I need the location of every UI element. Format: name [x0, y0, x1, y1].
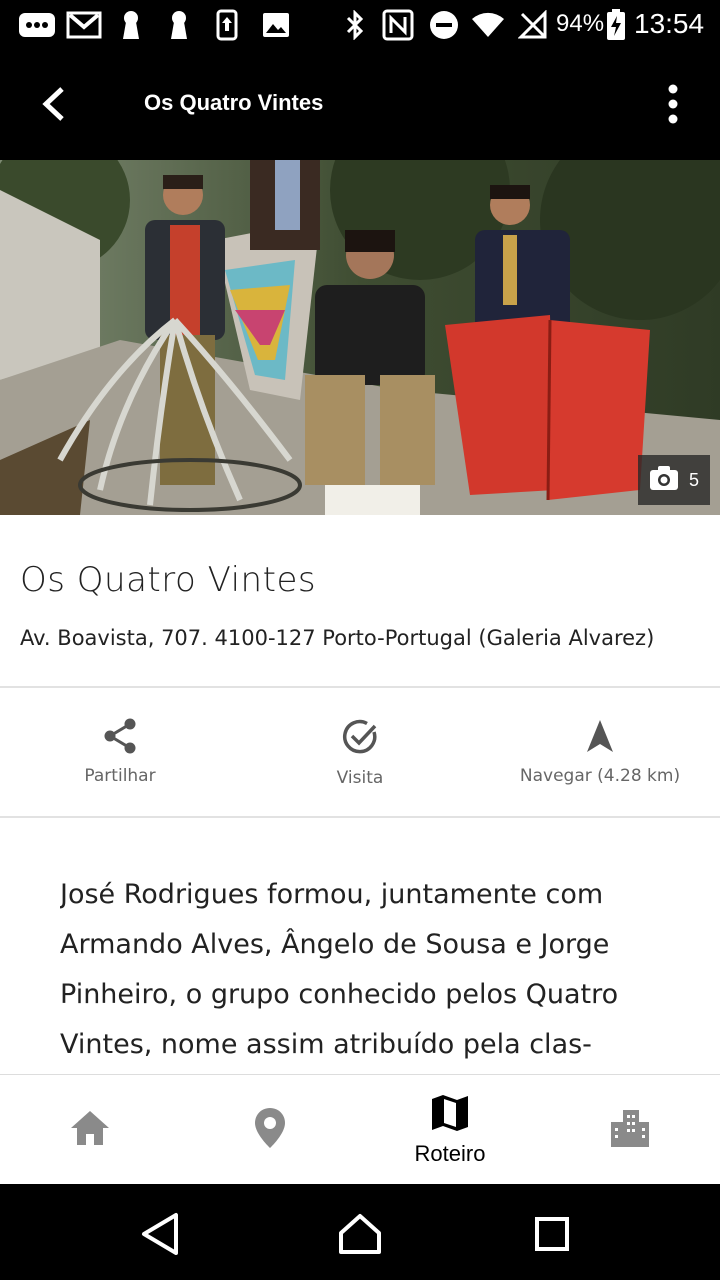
visit-button[interactable]: Visita — [280, 718, 440, 788]
system-back-button[interactable] — [132, 1208, 188, 1264]
battery-charging-icon — [606, 9, 626, 40]
visit-label: Visita — [336, 768, 384, 788]
bluetooth-icon — [344, 10, 366, 40]
divider-top — [0, 686, 720, 688]
photo-count-badge[interactable]: 5 — [638, 455, 710, 505]
toolbar: Os Quatro Vintes — [0, 52, 720, 160]
do-not-disturb-icon — [428, 10, 460, 40]
share-icon — [103, 718, 137, 758]
buildings-icon — [609, 1108, 651, 1152]
share-button[interactable]: Partilhar — [40, 718, 200, 786]
location-pin-icon — [253, 1106, 287, 1154]
nav-map[interactable] — [180, 1075, 360, 1185]
camera-icon — [649, 465, 679, 495]
square-recents-icon — [534, 1216, 570, 1256]
home-icon — [69, 1109, 111, 1151]
keyhole-icon — [120, 10, 142, 40]
toolbar-title: Os Quatro Vintes — [144, 90, 324, 115]
nav-roteiro-label: Roteiro — [414, 1141, 486, 1166]
arrow-back-icon — [40, 86, 68, 126]
back-button[interactable] — [26, 78, 82, 134]
status-bar: 94% 13:54 — [0, 0, 720, 52]
navigate-button[interactable]: Navegar (4.28 km) — [500, 718, 700, 786]
triangle-back-icon — [140, 1212, 180, 1260]
nav-home[interactable] — [0, 1075, 180, 1185]
divider-bottom — [0, 816, 720, 818]
place-title: Os Quatro Vintes — [20, 560, 317, 600]
nav-roteiro[interactable]: Roteiro — [360, 1075, 540, 1185]
navigate-label: Navegar (4.28 km) — [519, 766, 681, 786]
no-signal-icon — [518, 10, 548, 40]
system-home-button[interactable] — [332, 1208, 388, 1264]
clock: 13:54 — [634, 8, 705, 39]
upload-icon — [216, 9, 238, 41]
keyhole-icon-2 — [168, 10, 190, 40]
map-icon — [430, 1093, 470, 1137]
wifi-icon — [470, 10, 506, 40]
system-recents-button[interactable] — [524, 1208, 580, 1264]
place-address: Av. Boavista, 707. 4100-127 Porto-Portug… — [20, 626, 655, 650]
image-icon — [262, 10, 290, 40]
battery-percentage: 94% — [556, 10, 605, 37]
house-outline-icon — [338, 1213, 382, 1259]
check-circle-icon — [341, 718, 379, 760]
nfc-icon — [382, 9, 414, 41]
photo-count: 5 — [688, 469, 699, 490]
bottom-navigation: Roteiro — [0, 1074, 720, 1185]
system-navigation-bar — [0, 1184, 720, 1280]
more-vertical-icon — [668, 84, 678, 128]
gmail-icon — [66, 10, 102, 40]
more-options-button[interactable] — [648, 78, 698, 134]
navigation-arrow-icon — [585, 718, 615, 758]
hero-photo[interactable] — [0, 160, 720, 515]
share-label: Partilhar — [84, 766, 156, 786]
nav-buildings[interactable] — [540, 1075, 720, 1185]
description-text: José Rodrigues formou, juntamente com Ar… — [60, 879, 619, 1060]
messages-icon — [18, 10, 56, 40]
